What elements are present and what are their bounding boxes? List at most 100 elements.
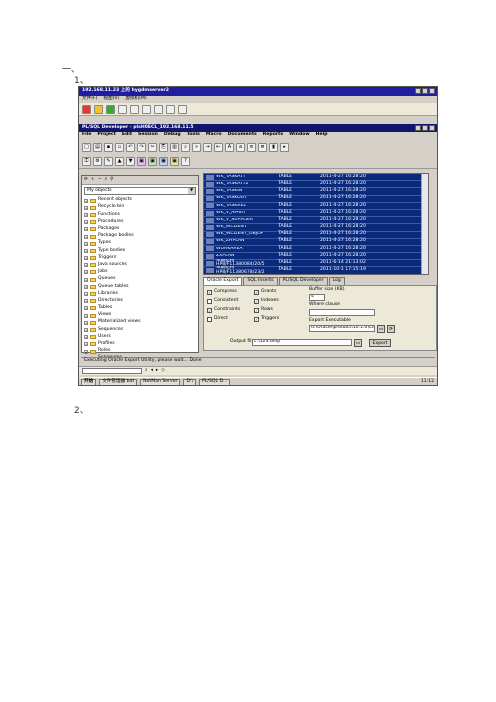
uppercase-icon[interactable]: A: [225, 142, 234, 152]
sql-window-icon[interactable]: ▣: [137, 157, 146, 166]
menu-window[interactable]: Window: [289, 133, 310, 138]
menu-session[interactable]: Session: [138, 133, 158, 138]
direct-checkbox[interactable]: [207, 317, 212, 322]
key-icon[interactable]: ⚿: [82, 157, 91, 166]
tree-item[interactable]: + Types: [84, 240, 198, 247]
expand-icon[interactable]: +: [84, 248, 88, 253]
fullscreen-icon[interactable]: [166, 104, 175, 114]
object-row[interactable]: WK_TASKATT TABLE 2011-4-27 16:28:20: [204, 174, 428, 182]
task-item[interactable]: 文件管理器 bat: [99, 379, 138, 385]
open-icon[interactable]: ▤: [93, 142, 102, 152]
comment-icon[interactable]: ≡: [247, 142, 256, 152]
compress-checkbox[interactable]: ✓: [207, 290, 212, 295]
find-icon[interactable]: ⌕: [105, 177, 108, 183]
tree-item[interactable]: + Recycle bin: [84, 204, 198, 211]
object-filter-select[interactable]: My objects ▼: [84, 187, 196, 195]
stop-icon[interactable]: [82, 104, 91, 114]
tree-item[interactable]: + Type bodies: [84, 247, 198, 254]
menu-edit[interactable]: Edit: [122, 133, 132, 138]
output-file-input[interactable]: c:\123.dmp: [252, 339, 352, 346]
execute-icon[interactable]: ⚙: [93, 157, 102, 166]
settings-icon[interactable]: [178, 104, 187, 114]
revert-icon[interactable]: [142, 104, 151, 114]
minimize-icon[interactable]: [415, 88, 421, 94]
undo-icon[interactable]: ↶: [126, 142, 135, 152]
tree-item[interactable]: + Queue tables: [84, 283, 198, 290]
command-window-icon[interactable]: ▣: [148, 157, 157, 166]
tab-oracle-export[interactable]: Oracle Export: [203, 277, 243, 285]
object-row[interactable]: WK_ZHPLAN TABLE 2011-4-27 16:28:20: [204, 238, 428, 246]
expand-icon[interactable]: +: [84, 241, 88, 246]
refresh-icon[interactable]: ⟳: [387, 325, 395, 333]
expand-icon[interactable]: +: [84, 198, 88, 203]
object-row[interactable]: WK_TASKOUT TABLE 2011-4-27 16:28:20: [204, 195, 428, 203]
expand-icon[interactable]: +: [84, 277, 88, 282]
indexes-checkbox[interactable]: ✓: [254, 299, 259, 304]
export-executable-input[interactable]: d:\Oracle\product\10.1.0\Clie: [309, 325, 375, 332]
redo-icon[interactable]: ↷: [137, 142, 146, 152]
tree-item[interactable]: + Libraries: [84, 290, 198, 297]
remove-icon[interactable]: −: [98, 177, 102, 183]
object-row[interactable]: WORKAREA TABLE 2011-4-27 16:28:20: [204, 245, 428, 254]
remote-menu-file[interactable]: 文件(F): [82, 97, 97, 102]
test-window-icon[interactable]: ▣: [170, 157, 179, 166]
consistent-checkbox[interactable]: [207, 299, 212, 304]
buffer-size-input[interactable]: 4: [309, 294, 325, 301]
tree-item[interactable]: + Directories: [84, 298, 198, 305]
object-row[interactable]: 本期结构HP8/F11380678/23/2 TABLE 2011-10-1 17:…: [204, 266, 428, 274]
grants-checkbox[interactable]: ✓: [254, 290, 259, 295]
expand-icon[interactable]: +: [84, 205, 88, 210]
cut-icon[interactable]: ✂: [148, 142, 157, 152]
tab-plsql-developer[interactable]: PL/SQL Developer: [278, 277, 328, 285]
maximize-icon[interactable]: [422, 125, 428, 131]
folder-icon[interactable]: ▭: [377, 325, 385, 333]
bookmark-icon[interactable]: ▮: [269, 142, 278, 152]
chevron-down-icon[interactable]: ▼: [188, 188, 195, 194]
tree-item[interactable]: + Users: [84, 334, 198, 341]
explain-plan-icon[interactable]: ▣: [159, 157, 168, 166]
close-icon[interactable]: [429, 125, 435, 131]
find-input[interactable]: [82, 368, 142, 374]
copy-icon[interactable]: ⎘: [159, 142, 168, 152]
start-button[interactable]: 开始: [81, 379, 97, 385]
remote-menu-view[interactable]: 视图(V): [103, 97, 119, 102]
tree-item[interactable]: + Java sources: [84, 262, 198, 269]
expand-icon[interactable]: +: [84, 263, 88, 268]
find-icon[interactable]: ⌕: [145, 368, 148, 374]
object-row[interactable]: WK_TASKIN TABLE 2011-4-27 16:28:20: [204, 188, 428, 196]
consistent-option[interactable]: Consistent: [207, 299, 238, 304]
menu-documents[interactable]: Documents: [228, 133, 257, 138]
expand-icon[interactable]: +: [84, 227, 88, 232]
menu-macro[interactable]: Macro: [206, 133, 222, 138]
rows-option[interactable]: ✓ Rows: [254, 308, 273, 313]
object-row[interactable]: WK_TASKREL TABLE 2011-4-27 16:28:20: [204, 202, 428, 210]
tree-item[interactable]: + Functions: [84, 211, 198, 218]
object-row[interactable]: WK_WCLIENT TABLE 2011-4-27 16:28:20: [204, 224, 428, 232]
expand-icon[interactable]: +: [84, 320, 88, 325]
task-item[interactable]: D:\: [183, 379, 197, 385]
menu-reports[interactable]: Reports: [263, 133, 283, 138]
export-button[interactable]: Export: [369, 339, 391, 347]
expand-icon[interactable]: +: [84, 234, 88, 239]
expand-icon[interactable]: +: [84, 342, 88, 347]
expand-icon[interactable]: +: [84, 292, 88, 297]
task-item[interactable]: NetMan Server: [140, 379, 181, 385]
tree-item[interactable]: + Queues: [84, 276, 198, 283]
tab-log[interactable]: Log: [328, 277, 345, 285]
help-icon[interactable]: ?: [181, 157, 190, 166]
expand-icon[interactable]: +: [84, 270, 88, 275]
rows-checkbox[interactable]: ✓: [254, 308, 259, 313]
constraints-option[interactable]: ✓ Constraints: [207, 308, 240, 313]
indexes-option[interactable]: ✓ Indexes: [254, 299, 279, 304]
expand-icon[interactable]: +: [84, 349, 88, 354]
manager-icon[interactable]: [154, 104, 163, 114]
maximize-icon[interactable]: [422, 88, 428, 94]
options-icon[interactable]: ◇: [161, 368, 165, 374]
tree-item[interactable]: + Packages: [84, 226, 198, 233]
paste-icon[interactable]: ▥: [170, 142, 179, 152]
expand-icon[interactable]: +: [84, 284, 88, 289]
object-row[interactable]: WK_WCLIENT_OBJOF TABLE 2011-4-27 16:28:20: [204, 231, 428, 239]
remote-menu-vm[interactable]: 虚拟机(M): [125, 97, 146, 102]
tree-item[interactable]: + Tables: [84, 305, 198, 312]
unindent-icon[interactable]: ⇤: [214, 142, 223, 152]
